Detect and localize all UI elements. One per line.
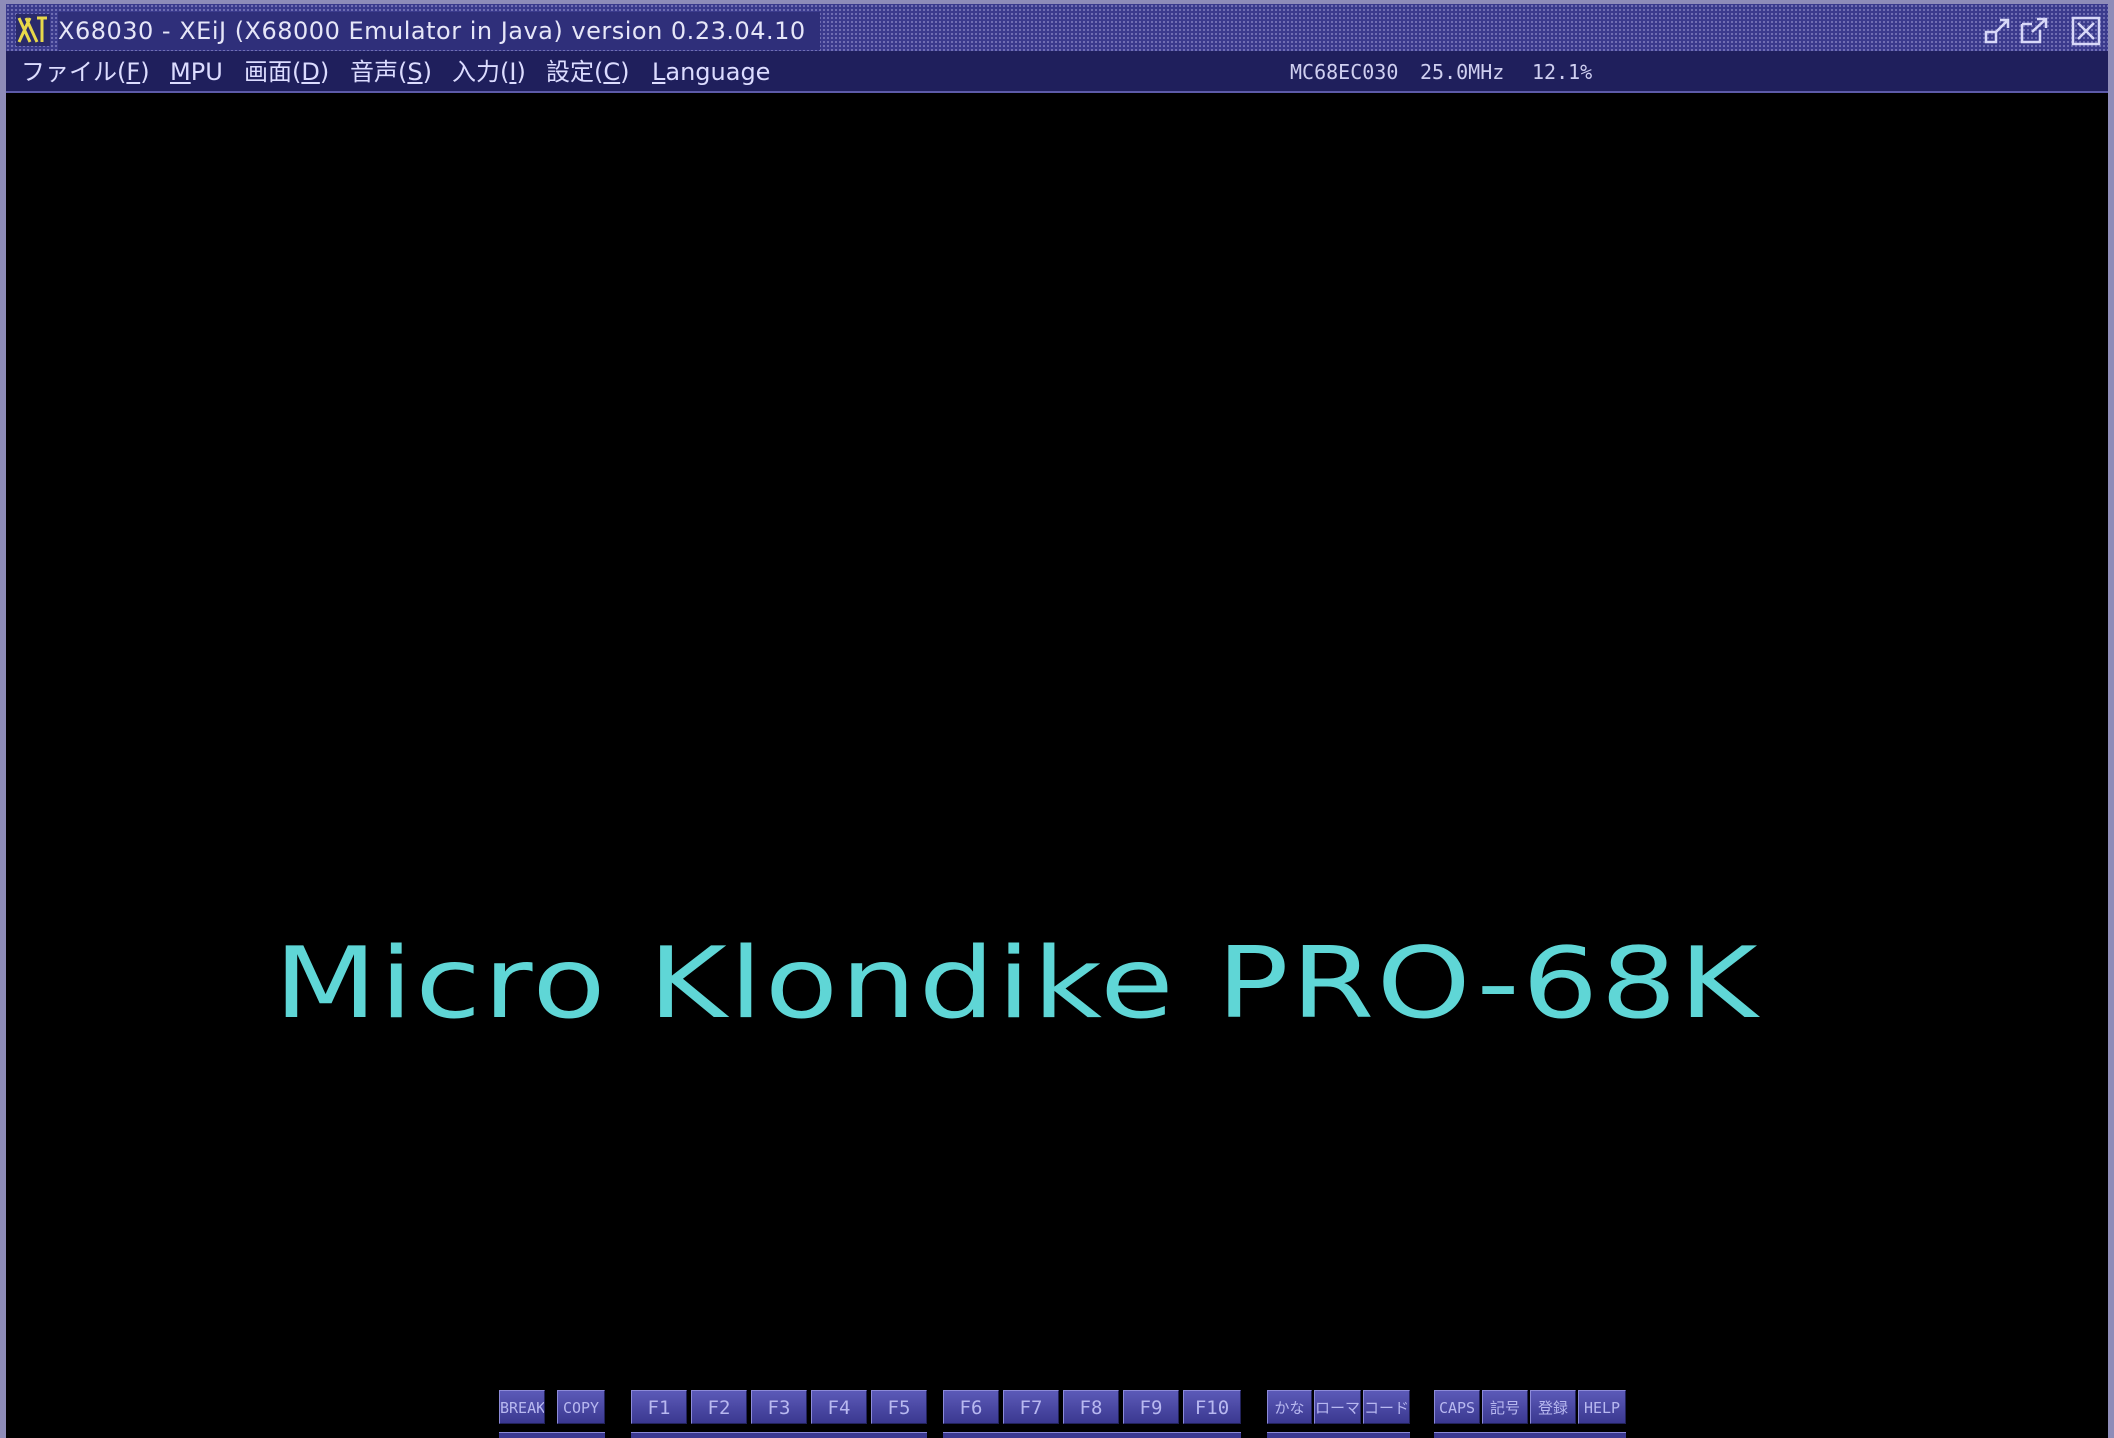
keyboard-row2-right[interactable] (1434, 1432, 1626, 1438)
key-f4[interactable]: F4 (811, 1390, 867, 1424)
key-romaji[interactable]: ローマ (1314, 1390, 1361, 1424)
window-title: X68030 - XEiJ (X68000 Emulator in Java) … (58, 12, 820, 50)
menu-sound[interactable]: 音声(S) (350, 51, 432, 93)
menu-input[interactable]: 入力(I) (452, 51, 526, 93)
key-caps[interactable]: CAPS (1434, 1390, 1480, 1424)
key-copy[interactable]: COPY (557, 1390, 605, 1424)
status-clock: 25.0MHz (1420, 60, 1505, 84)
key-f7[interactable]: F7 (1003, 1390, 1059, 1424)
key-touroku[interactable]: 登録 (1530, 1390, 1576, 1424)
keyboard-row2-kana[interactable] (1267, 1432, 1410, 1438)
key-f6[interactable]: F6 (943, 1390, 999, 1424)
key-f9[interactable]: F9 (1123, 1390, 1179, 1424)
key-f1[interactable]: F1 (631, 1390, 687, 1424)
key-break[interactable]: BREAK (499, 1390, 545, 1424)
keyboard-row2-left[interactable] (499, 1432, 605, 1438)
key-f10[interactable]: F10 (1183, 1390, 1241, 1424)
menu-settings[interactable]: 設定(C) (546, 51, 630, 93)
app-logo-icon[interactable] (16, 14, 50, 46)
key-f2[interactable]: F2 (691, 1390, 747, 1424)
menu-screen[interactable]: 画面(D) (244, 51, 329, 93)
minimize-icon[interactable] (1982, 16, 2014, 46)
keyboard-row2-func-b[interactable] (943, 1432, 1241, 1438)
emulator-window: X68030 - XEiJ (X68000 Emulator in Java) … (0, 0, 2114, 1438)
status-cpu: MC68EC030 (1290, 60, 1399, 84)
menu-mpu[interactable]: MPU (170, 51, 223, 93)
virtual-keyboard: BREAK COPY F1 F2 F3 F4 F5 F6 F7 F8 F9 F1… (6, 1390, 2108, 1438)
status-load: 12.1% (1532, 60, 1593, 84)
emulator-screen[interactable] (6, 93, 2108, 1438)
close-icon[interactable] (2070, 16, 2102, 46)
key-code[interactable]: コード (1363, 1390, 1410, 1424)
splash-title: Micro Klondike PRO-68K (274, 927, 1760, 1041)
key-f8[interactable]: F8 (1063, 1390, 1119, 1424)
key-kigou[interactable]: 記号 (1482, 1390, 1528, 1424)
key-f5[interactable]: F5 (871, 1390, 927, 1424)
title-bar[interactable]: X68030 - XEiJ (X68000 Emulator in Java) … (6, 0, 2108, 51)
key-f3[interactable]: F3 (751, 1390, 807, 1424)
keyboard-row2-func-a[interactable] (631, 1432, 927, 1438)
menu-bar: ファイル(F) MPU 画面(D) 音声(S) 入力(I) 設定(C) Lang… (6, 51, 2108, 93)
menu-language[interactable]: Language (652, 51, 770, 93)
maximize-icon[interactable] (2018, 16, 2050, 46)
menu-file[interactable]: ファイル(F) (21, 51, 150, 93)
key-help[interactable]: HELP (1578, 1390, 1626, 1424)
key-kana[interactable]: かな (1267, 1390, 1312, 1424)
